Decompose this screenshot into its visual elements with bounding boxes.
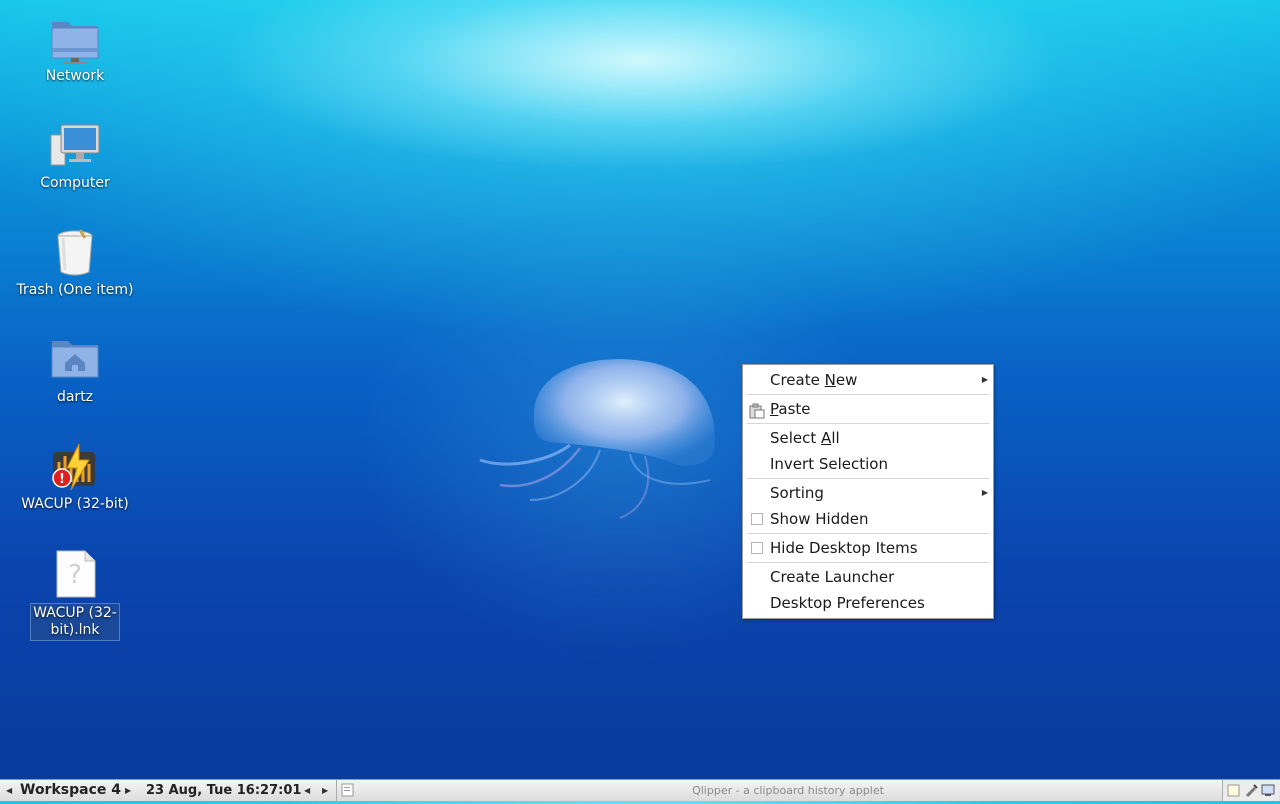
menu-item-label: Hide Desktop Items bbox=[770, 539, 918, 557]
tooltip-text: Qlipper - a clipboard history applet bbox=[692, 784, 884, 797]
menu-item-sorting[interactable]: Sorting ▶ bbox=[743, 480, 993, 506]
clock-next-icon[interactable]: ▶ bbox=[322, 780, 328, 801]
desktop-icon-wacup[interactable]: ! WACUP (32-bit) bbox=[14, 442, 136, 513]
menu-separator bbox=[747, 478, 989, 479]
pen-tray-icon[interactable] bbox=[1244, 783, 1258, 804]
clock[interactable]: 23 Aug, Tue 16:27:01 bbox=[146, 780, 301, 801]
desktop-icon-trash[interactable]: Trash (One item) bbox=[14, 228, 136, 299]
system-tray bbox=[1222, 780, 1279, 801]
menu-item-create-new[interactable]: Create New ▶ bbox=[743, 367, 993, 393]
desktop-icon-wacup-lnk[interactable]: ? WACUP (32-bit).lnk bbox=[14, 549, 136, 641]
desktop-icon-computer[interactable]: Computer bbox=[14, 121, 136, 192]
wacup-icon: ! bbox=[49, 442, 101, 494]
menu-item-label: Invert Selection bbox=[770, 455, 888, 473]
desktop-icon-network[interactable]: Network bbox=[14, 14, 136, 85]
clipboard-tray-icon[interactable] bbox=[1227, 783, 1241, 804]
menu-separator bbox=[747, 394, 989, 395]
menu-item-label: Sorting bbox=[770, 484, 824, 502]
desktop-icon-label: dartz bbox=[56, 389, 94, 405]
trash-icon bbox=[49, 228, 101, 280]
submenu-arrow-icon: ▶ bbox=[981, 488, 988, 497]
menu-item-show-hidden[interactable]: Show Hidden bbox=[743, 506, 993, 532]
svg-text:?: ? bbox=[68, 560, 82, 590]
menu-item-hide-desktop-items[interactable]: Hide Desktop Items bbox=[743, 535, 993, 561]
desktop-icon-label: WACUP (32-bit) bbox=[21, 496, 129, 512]
svg-text:!: ! bbox=[59, 472, 65, 487]
menu-separator bbox=[747, 562, 989, 563]
paste-icon bbox=[749, 401, 765, 419]
menu-item-label: Paste bbox=[770, 400, 811, 418]
hide-desktop-items-checkbox[interactable] bbox=[751, 542, 763, 554]
taskbar-divider bbox=[336, 780, 337, 801]
workspace-switcher[interactable]: Workspace 4 bbox=[20, 780, 121, 801]
jellyfish-wallpaper-art bbox=[479, 359, 715, 519]
taskbar: ◀ Workspace 4 ▶ 23 Aug, Tue 16:27:01 ◀ ▶… bbox=[0, 779, 1280, 801]
menu-separator bbox=[747, 533, 989, 534]
desktop-icon-label: Computer bbox=[40, 175, 110, 191]
menu-item-label: Select All bbox=[770, 429, 840, 447]
menu-item-label: Show Hidden bbox=[770, 510, 869, 528]
menu-item-label: Create New bbox=[770, 371, 858, 389]
submenu-arrow-icon: ▶ bbox=[981, 375, 988, 384]
unknown-file-icon: ? bbox=[49, 549, 101, 601]
menu-item-create-launcher[interactable]: Create Launcher bbox=[743, 564, 993, 590]
clock-prev-icon[interactable]: ◀ bbox=[304, 780, 310, 801]
qlipper-tray-icon[interactable] bbox=[341, 783, 355, 797]
menu-item-label: Create Launcher bbox=[770, 568, 895, 586]
menu-item-label: Desktop Preferences bbox=[770, 594, 925, 612]
menu-item-invert-selection[interactable]: Invert Selection bbox=[743, 451, 993, 477]
network-folder-icon bbox=[49, 14, 101, 66]
menu-item-select-all[interactable]: Select All bbox=[743, 425, 993, 451]
desktop-icon-label: WACUP (32-bit).lnk bbox=[30, 603, 120, 641]
desktop-context-menu: Create New ▶ Paste Select All Invert Sel… bbox=[742, 364, 994, 619]
desktop-icon-home-folder[interactable]: dartz bbox=[14, 335, 136, 406]
desktop-icon-label: Network bbox=[45, 68, 105, 84]
computer-icon bbox=[49, 121, 101, 173]
show-desktop-icon[interactable] bbox=[1261, 783, 1275, 804]
workspace-prev-icon[interactable]: ◀ bbox=[6, 780, 12, 801]
menu-item-paste[interactable]: Paste bbox=[743, 396, 993, 422]
home-folder-icon bbox=[49, 335, 101, 387]
show-hidden-checkbox[interactable] bbox=[751, 513, 763, 525]
menu-separator bbox=[747, 423, 989, 424]
menu-item-desktop-preferences[interactable]: Desktop Preferences bbox=[743, 590, 993, 616]
workspace-next-icon[interactable]: ▶ bbox=[125, 780, 131, 801]
desktop-icon-label: Trash (One item) bbox=[16, 282, 134, 298]
